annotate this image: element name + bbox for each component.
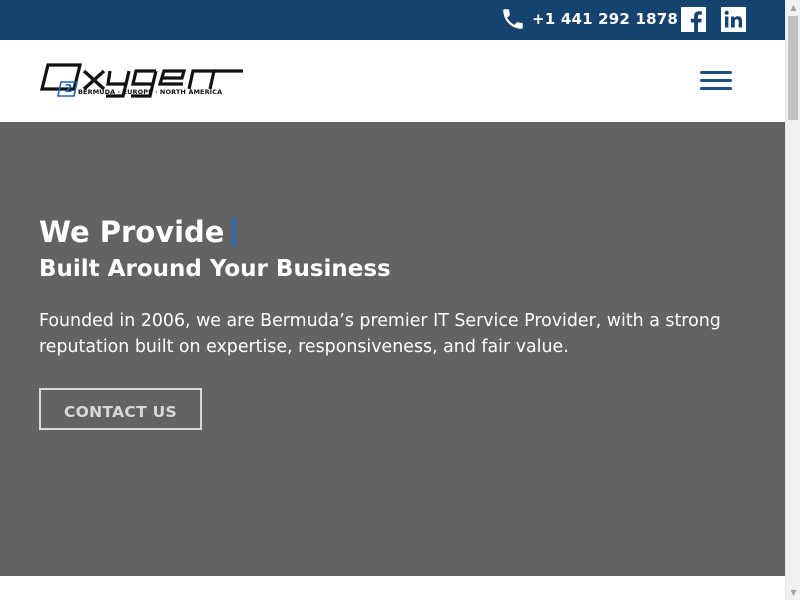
menu-bar-top (700, 71, 732, 74)
page: +1 441 292 1878 2 BERMUDA · EUROPE · NOR… (0, 0, 785, 600)
menu-bar-bottom (700, 87, 732, 90)
hamburger-menu-icon[interactable] (698, 68, 734, 94)
logo-tagline: BERMUDA · EUROPE · NORTH AMERICA (78, 88, 223, 96)
oxygen-logo[interactable]: 2 BERMUDA · EUROPE · NORTH AMERICA (38, 62, 244, 100)
vertical-scrollbar[interactable]: ▲ ▼ (785, 0, 800, 600)
hero-section: We Provide Built Around Your Business Fo… (0, 122, 785, 576)
scroll-up-arrow-icon[interactable]: ▲ (786, 0, 800, 15)
top-bar: +1 441 292 1878 (0, 0, 785, 40)
facebook-icon[interactable] (681, 7, 706, 32)
below-hero-section (0, 576, 785, 600)
hero-description: Founded in 2006, we are Bermuda’s premie… (39, 311, 721, 357)
phone-number-link[interactable]: +1 441 292 1878 (532, 9, 678, 29)
scroll-thumb[interactable] (788, 16, 798, 120)
phone-icon[interactable] (500, 6, 526, 32)
scroll-down-arrow-icon[interactable]: ▼ (786, 585, 800, 600)
hero-title-text: We Provide (39, 215, 225, 249)
logo-badge: 2 (64, 82, 73, 95)
hero-subtitle: Built Around Your Business (39, 256, 391, 282)
site-header: 2 BERMUDA · EUROPE · NORTH AMERICA (0, 40, 785, 123)
contact-us-button[interactable]: CONTACT US (39, 388, 202, 430)
hero-title: We Provide (39, 212, 237, 252)
menu-bar-middle (700, 79, 732, 82)
linkedin-icon[interactable] (721, 7, 746, 32)
typing-cursor (232, 218, 237, 246)
